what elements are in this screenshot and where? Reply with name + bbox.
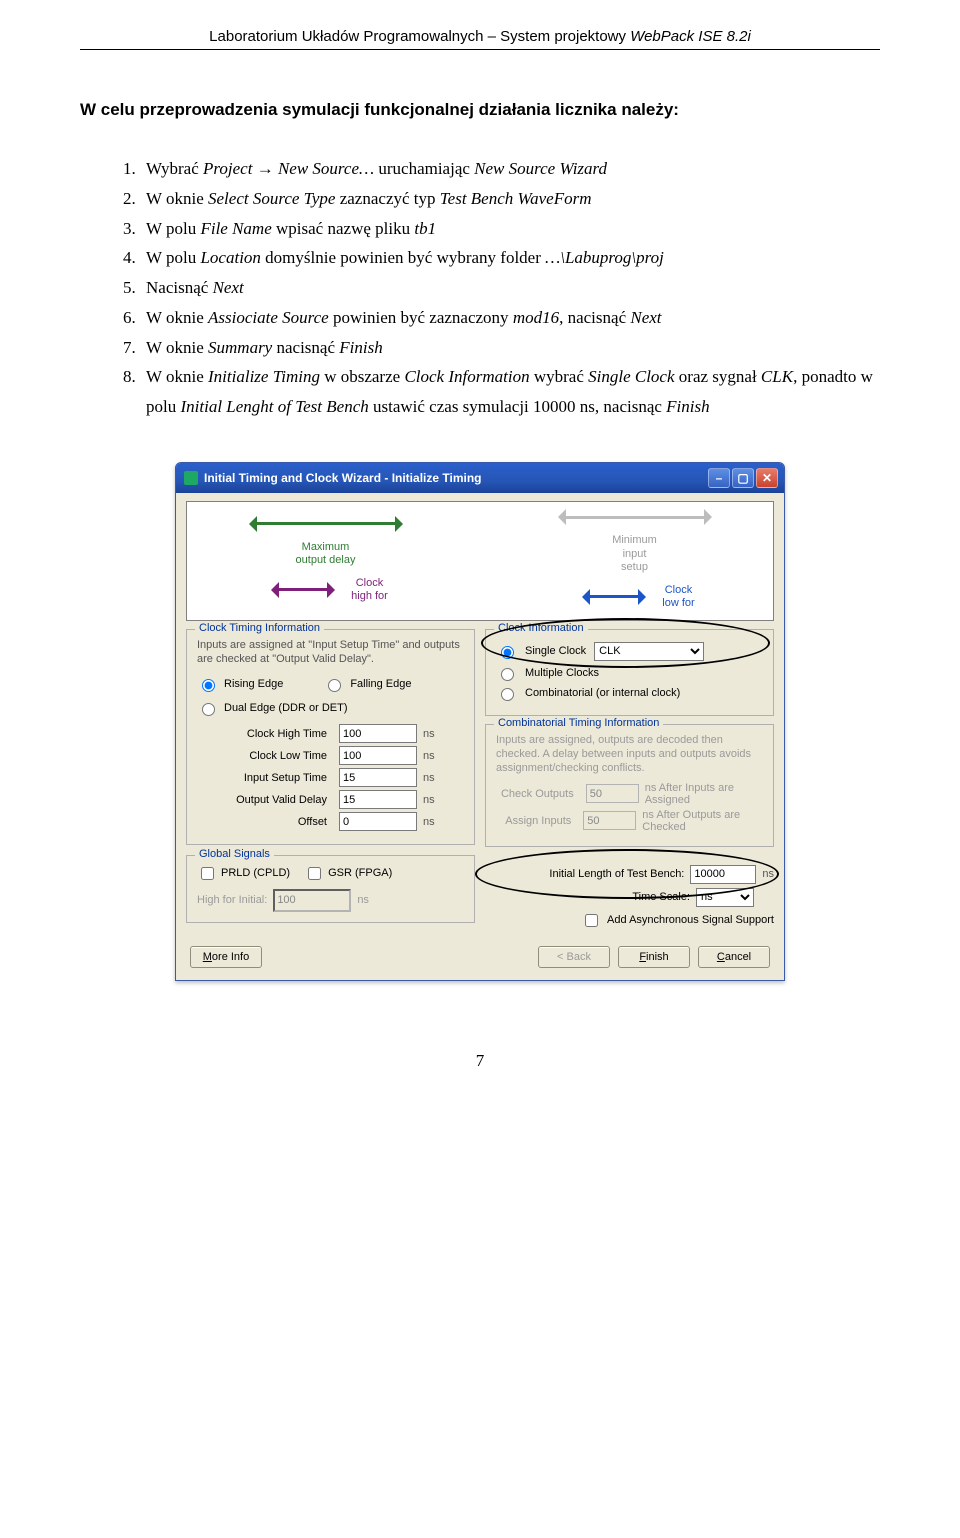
minimize-button[interactable]: – (708, 468, 730, 488)
check-prld[interactable]: PRLD (CPLD) (197, 864, 290, 883)
label-clock-high: Clock high for (351, 577, 388, 602)
step-6: W oknie Assiociate Source powinien być z… (140, 303, 880, 333)
check-gsr[interactable]: GSR (FPGA) (304, 864, 392, 883)
row-time-scale: Time Scale: ns (485, 888, 774, 907)
step-1: Wybrać Project → New Source… uruchamiają… (140, 154, 880, 184)
back-button: < Back (538, 946, 610, 968)
radio-rising-input[interactable] (202, 679, 215, 692)
select-time-scale[interactable]: ns (696, 888, 754, 907)
input-clock-high-time[interactable] (339, 724, 417, 743)
step-5: Nacisnąć Next (140, 273, 880, 303)
close-button[interactable]: ✕ (756, 468, 778, 488)
cancel-button[interactable]: Cancel (698, 946, 770, 968)
label-max-output: Maximum output delay (296, 541, 356, 567)
group-clock-timing-info: Clock Timing Information Inputs are assi… (186, 629, 475, 846)
arrow-min-input (550, 510, 720, 524)
row-output-valid-delay: Output Valid Delay ns (197, 790, 464, 809)
cti2-note: Inputs are assigned, outputs are decoded… (496, 733, 763, 776)
arrow-clock-low (574, 590, 654, 604)
row-clock-low-time: Clock Low Time ns (197, 746, 464, 765)
row-initial-length: Initial Length of Test Bench: ns (485, 865, 774, 884)
header-italic: WebPack ISE 8.2i (630, 28, 751, 45)
step-7: W oknie Summary nacisnąć Finish (140, 333, 880, 363)
step-4: W polu Location domyślnie powinien być w… (140, 243, 880, 273)
checkbox-add-async[interactable] (585, 914, 598, 927)
radio-single-clock[interactable]: Single Clock CLK (496, 642, 763, 661)
row-high-for-initial: High for Initial: ns (197, 889, 464, 912)
group-clock-information: Clock Information Single Clock CLK Mu (485, 629, 774, 716)
arrow-clock-high (263, 583, 343, 597)
window-title: Initial Timing and Clock Wizard - Initia… (204, 471, 481, 485)
header-text: Laboratorium Układów Programowalnych – S… (209, 28, 630, 45)
finish-button[interactable]: Finish (618, 946, 690, 968)
select-single-clock-signal[interactable]: CLK (594, 642, 704, 661)
group-global-signals: Global Signals PRLD (CPLD) GSR (FPGA) (186, 855, 475, 923)
radio-dual-input[interactable] (202, 703, 215, 716)
legend-ci: Clock Information (494, 622, 588, 634)
input-check-outputs (586, 784, 639, 803)
radio-falling-input[interactable] (328, 679, 341, 692)
radio-falling-edge[interactable]: Falling Edge (323, 676, 411, 692)
label-clock-low: Clock low for (662, 584, 694, 609)
input-assign-inputs (583, 811, 636, 830)
dialog-initialize-timing: Initial Timing and Clock Wizard - Initia… (175, 462, 785, 981)
checkbox-gsr[interactable] (308, 867, 321, 880)
more-info-button[interactable]: More Info (190, 946, 262, 968)
page-header: Laboratorium Układów Programowalnych – S… (80, 28, 880, 45)
steps-list: Wybrać Project → New Source… uruchamiają… (80, 154, 880, 422)
page-number: 7 (80, 1051, 880, 1071)
check-add-async[interactable]: Add Asynchronous Signal Support (485, 911, 774, 930)
input-offset[interactable] (339, 812, 417, 831)
input-output-valid-delay[interactable] (339, 790, 417, 809)
legend-cti2: Combinatorial Timing Information (494, 717, 663, 729)
row-offset: Offset ns (197, 812, 464, 831)
input-initial-length[interactable] (690, 865, 756, 884)
step-8: W oknie Initialize Timing w obszarze Clo… (140, 362, 880, 422)
header-rule (80, 49, 880, 50)
button-bar: More Info < Back Finish Cancel (186, 938, 774, 970)
timing-diagram: Maximum output delay Clock high for Mini… (186, 501, 774, 621)
input-setup-time[interactable] (339, 768, 417, 787)
group-combinatorial-timing: Combinatorial Timing Information Inputs … (485, 724, 774, 847)
input-high-for-initial (273, 889, 351, 912)
checkbox-prld[interactable] (201, 867, 214, 880)
arrow-max-output (241, 517, 411, 531)
radio-multiple-clocks[interactable]: Multiple Clocks (496, 665, 763, 681)
row-clock-high-time: Clock High Time ns (197, 724, 464, 743)
radio-dual-edge[interactable]: Dual Edge (DDR or DET) (197, 700, 464, 716)
row-check-outputs: Check Outputs ns After Inputs are Assign… (496, 782, 763, 806)
radio-rising-edge[interactable]: Rising Edge (197, 676, 283, 692)
cti-note: Inputs are assigned at "Input Setup Time… (197, 638, 464, 667)
row-input-setup-time: Input Setup Time ns (197, 768, 464, 787)
legend-cti: Clock Timing Information (195, 622, 324, 634)
step-2: W oknie Select Source Type zaznaczyć typ… (140, 184, 880, 214)
maximize-button[interactable]: ▢ (732, 468, 754, 488)
input-clock-low-time[interactable] (339, 746, 417, 765)
row-assign-inputs: Assign Inputs ns After Outputs are Check… (496, 809, 763, 833)
app-icon (184, 471, 198, 485)
radio-combinatorial[interactable]: Combinatorial (or internal clock) (496, 685, 763, 701)
step-3: W polu File Name wpisać nazwę pliku tb1 (140, 214, 880, 244)
radio-multiple-input[interactable] (501, 668, 514, 681)
legend-gs: Global Signals (195, 848, 274, 860)
radio-single-input[interactable] (501, 646, 514, 659)
intro-heading: W celu przeprowadzenia symulacji funkcjo… (80, 100, 880, 120)
radio-comb-input[interactable] (501, 688, 514, 701)
label-min-input: Minimum input setup (612, 534, 657, 574)
titlebar[interactable]: Initial Timing and Clock Wizard - Initia… (176, 463, 784, 493)
